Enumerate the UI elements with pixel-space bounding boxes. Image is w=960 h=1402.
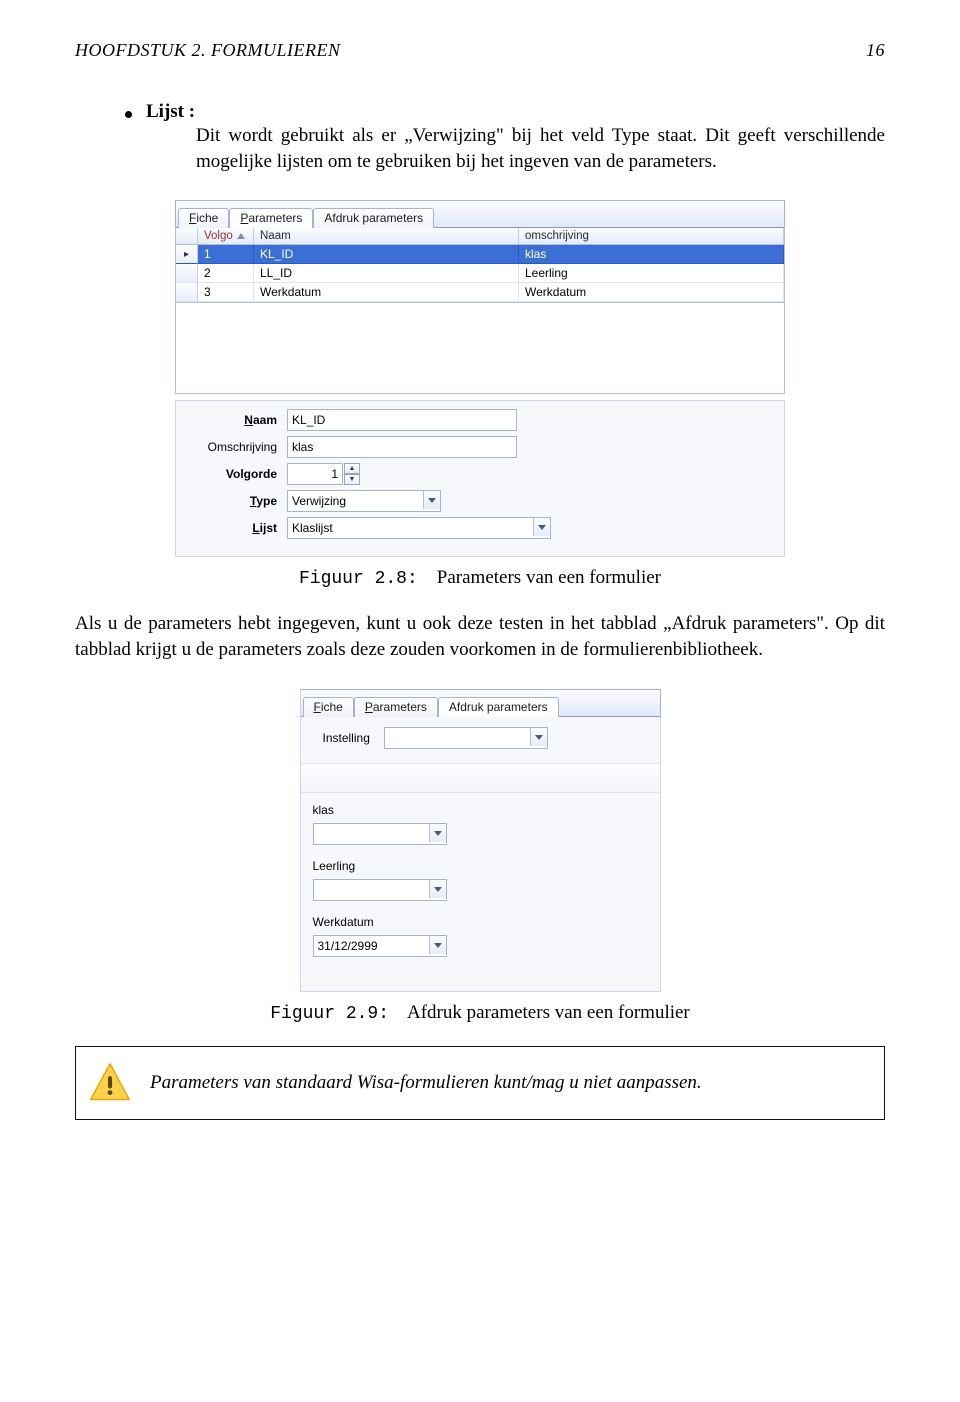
combo-instelling[interactable] [384,727,548,749]
bullet-body: Dit wordt gebruikt als er „Verwijzing" b… [196,123,885,174]
cell-volg: 1 [198,245,254,264]
input-instelling[interactable] [384,727,548,749]
field-leerling: Leerling [313,859,648,901]
tab-afdruk-parameters[interactable]: Afdruk parameters [438,697,559,717]
section-divider [301,763,660,793]
grid-empty-area [175,303,785,394]
combo-klas[interactable] [313,823,447,845]
figure-caption: Figuur 2.8: Parameters van een formulier [75,567,885,589]
dropdown-icon[interactable] [429,936,446,954]
chapter-title: HOOFDSTUK 2. FORMULIEREN [75,40,341,61]
figure-2-8: Fiche Parameters Afdruk parameters Volgo… [75,200,885,589]
spin-up-icon[interactable]: ▲ [344,463,360,474]
input-omschrijving[interactable] [287,436,517,458]
cell-omschrijving: klas [519,245,784,264]
label-lijst: Lijst [182,521,287,535]
current-row-indicator-icon: ▸ [176,245,198,264]
combo-type[interactable] [287,490,441,512]
grid-row[interactable]: 3 Werkdatum Werkdatum [176,283,784,302]
input-volgorde[interactable] [287,463,343,485]
label-naam: Naam [182,413,287,427]
tab-parameters[interactable]: Parameters [229,208,313,228]
cell-naam: Werkdatum [254,283,519,302]
figure-title: Parameters van een formulier [437,567,661,588]
tab-afdruk-parameters[interactable]: Afdruk parameters [313,208,434,228]
combo-werkdatum[interactable] [313,935,447,957]
parameters-editor-screenshot: Fiche Parameters Afdruk parameters Volgo… [175,200,785,557]
afdruk-parameters-screenshot: Fiche Parameters Afdruk parameters Inste… [300,689,661,992]
label-werkdatum: Werkdatum [313,915,648,929]
dropdown-icon[interactable] [423,491,440,509]
sort-asc-icon [237,233,245,239]
tab-fiche[interactable]: Fiche [303,697,354,717]
figure-number: Figuur 2.9: [270,1004,389,1024]
field-instelling: Instelling [313,727,648,749]
warning-text: Parameters van standaard Wisa-formuliere… [150,1072,702,1094]
grid-row[interactable]: ▸ 1 KL_ID klas [176,245,784,264]
page-number: 16 [866,40,885,61]
cell-volg: 3 [198,283,254,302]
tabstrip: Fiche Parameters Afdruk parameters [175,200,785,228]
spin-volgorde[interactable]: ▲ ▼ [287,463,360,485]
grid-row[interactable]: 2 LL_ID Leerling [176,264,784,283]
label-type: Type [182,494,287,508]
grid-header-naam[interactable]: Naam [254,228,519,245]
tabstrip: Fiche Parameters Afdruk parameters [301,689,661,717]
dropdown-icon[interactable] [533,518,550,536]
running-header: HOOFDSTUK 2. FORMULIEREN 16 [75,40,885,61]
bullet-label: Lijst : [146,101,195,123]
bullet-item: Lijst : Dit wordt gebruikt als er „Verwi… [125,101,885,174]
cell-naam: KL_ID [254,245,519,264]
input-naam[interactable] [287,409,517,431]
figure-2-9: Fiche Parameters Afdruk parameters Inste… [75,689,885,1024]
spin-down-icon[interactable]: ▼ [344,474,360,485]
label-klas: klas [313,803,648,817]
grid-header-indicator [176,228,198,245]
field-klas: klas [313,803,648,845]
cell-omschrijving: Werkdatum [519,283,784,302]
input-klas[interactable] [313,823,447,845]
figure-title: Afdruk parameters van een formulier [407,1002,690,1023]
tab-parameters[interactable]: Parameters [354,697,438,717]
grid-header-omschrijving[interactable]: omschrijving [519,228,784,245]
grid-header-volgorde[interactable]: Volgo [198,228,254,245]
label-leerling: Leerling [313,859,648,873]
dropdown-icon[interactable] [429,880,446,898]
cell-naam: LL_ID [254,264,519,283]
warning-icon [88,1061,132,1105]
input-lijst[interactable] [287,517,551,539]
cell-volg: 2 [198,264,254,283]
parameters-grid: Volgo Naam omschrijving ▸ 1 KL_ID klas 2… [175,228,785,303]
grid-header-row: Volgo Naam omschrijving [176,228,784,245]
dropdown-icon[interactable] [429,824,446,842]
row-indicator [176,264,198,283]
input-werkdatum[interactable] [313,935,447,957]
dropdown-icon[interactable] [530,728,547,746]
label-omschrijving: Omschrijving [182,440,287,454]
label-instelling: Instelling [323,731,370,745]
parameter-detail-form: Naam Omschrijving Volgorde ▲ ▼ [175,400,785,557]
input-type[interactable] [287,490,441,512]
cell-omschrijving: Leerling [519,264,784,283]
row-indicator [176,283,198,302]
bullet-marker-icon [125,111,132,118]
field-werkdatum: Werkdatum [313,915,648,957]
combo-leerling[interactable] [313,879,447,901]
paragraph-afdruk-intro: Als u de parameters hebt ingegeven, kunt… [75,611,885,662]
label-volgorde: Volgorde [182,467,287,481]
warning-note: Parameters van standaard Wisa-formuliere… [75,1046,885,1120]
combo-lijst[interactable] [287,517,551,539]
input-leerling[interactable] [313,879,447,901]
figure-caption: Figuur 2.9: Afdruk parameters van een fo… [75,1002,885,1024]
tab-fiche[interactable]: Fiche [178,208,229,228]
figure-number: Figuur 2.8: [299,569,418,589]
